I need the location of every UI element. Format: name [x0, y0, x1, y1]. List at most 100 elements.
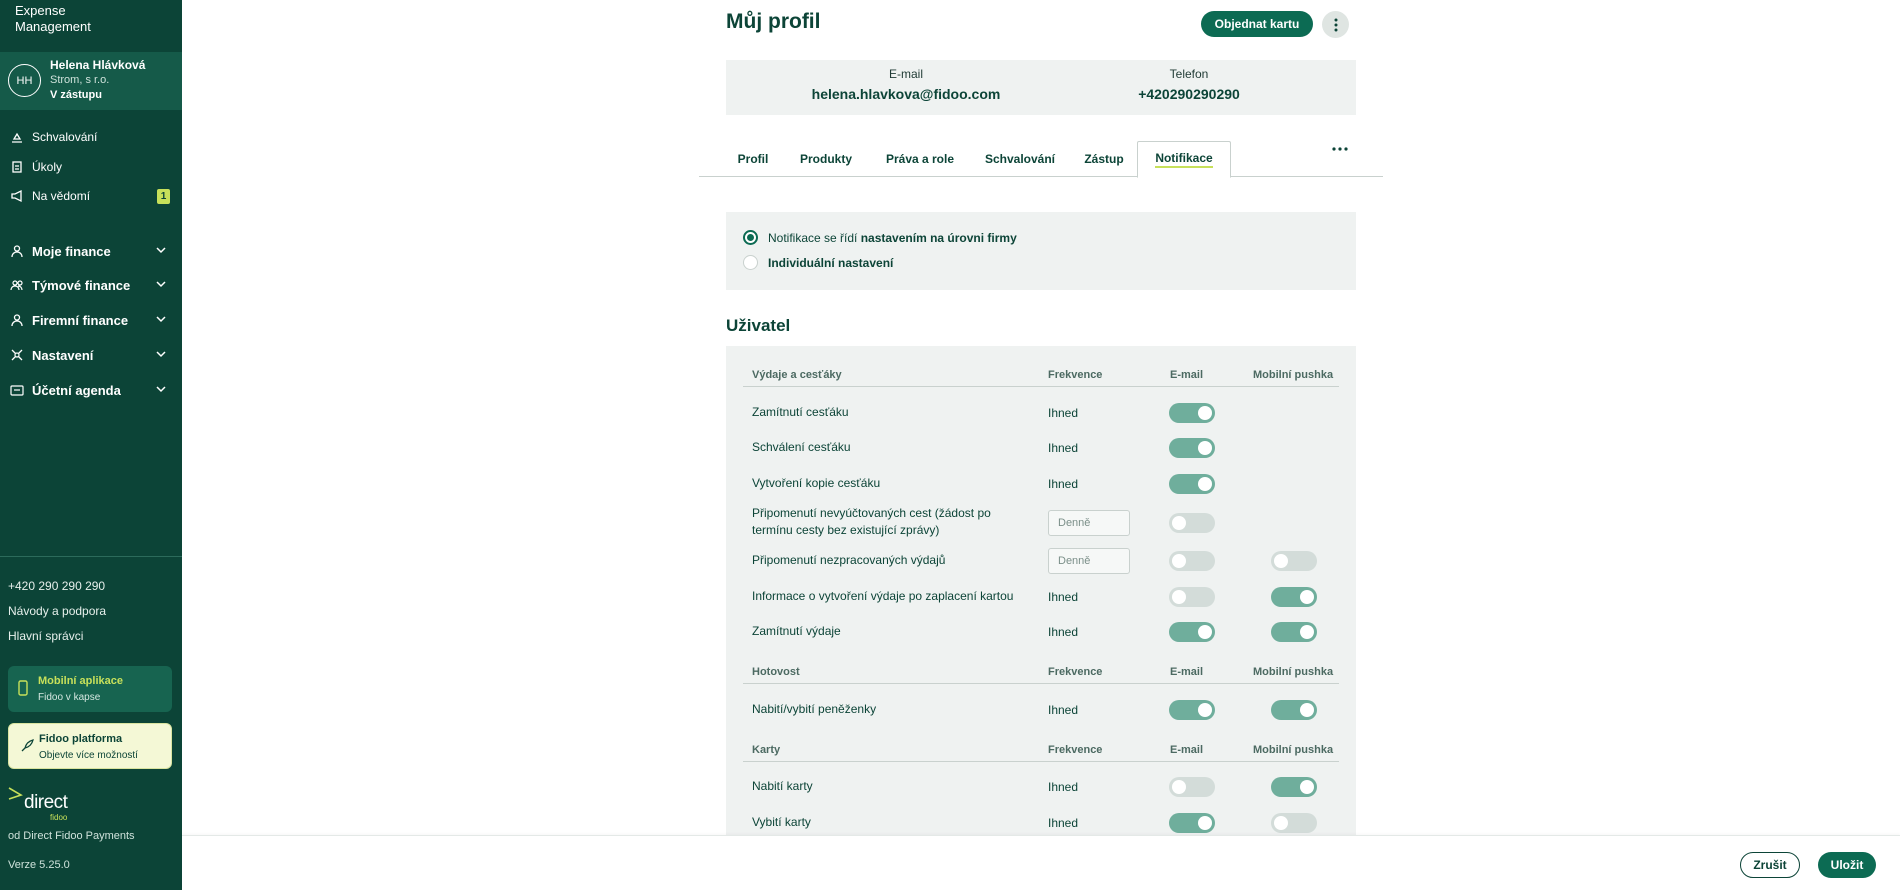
more-options-button[interactable] [1322, 11, 1349, 38]
sidebar-group-label: Týmové finance [32, 277, 131, 293]
brand-line-1: Expense [15, 3, 66, 18]
sidebar-group-settings[interactable]: Nastavení [0, 343, 182, 367]
email-toggle[interactable] [1169, 473, 1215, 494]
tab-rights-roles[interactable]: Práva a role [872, 141, 968, 177]
cancel-button[interactable]: Zrušit [1740, 852, 1800, 878]
sidebar-group-label: Nastavení [32, 347, 94, 363]
email-toggle[interactable] [1169, 586, 1215, 607]
promo-subtitle: Objevte více možností [39, 750, 138, 761]
support-phone[interactable]: +420 290 290 290 [8, 579, 105, 593]
user-card[interactable]: HH Helena Hlávková Strom, s r.o. V zástu… [0, 52, 182, 110]
person-icon [11, 245, 23, 258]
tabs-overflow-icon[interactable] [1332, 146, 1348, 152]
chevron-down-icon [156, 281, 166, 288]
sidebar-group-team-finance[interactable]: Týmové finance [0, 273, 182, 297]
push-toggle[interactable] [1271, 622, 1317, 643]
tab-approvals[interactable]: Schvalování [974, 141, 1066, 177]
frequency-value: Ihned [1048, 815, 1079, 830]
notice-count-badge: 1 [157, 189, 170, 204]
version-text: Verze 5.25.0 [8, 859, 70, 871]
radio-label: Individuální nastavení [768, 255, 894, 270]
contact-info: E-mail helena.hlavkova@fidoo.com Telefon… [726, 60, 1356, 115]
tab-profile[interactable]: Profil [726, 141, 780, 177]
email-toggle[interactable] [1169, 512, 1215, 533]
email-toggle[interactable] [1169, 402, 1215, 423]
column-frequency: Frekvence [1048, 666, 1103, 678]
chevron-down-icon [156, 247, 166, 254]
admins-link[interactable]: Hlavní správci [8, 629, 83, 643]
brand-title: Expense Management [15, 3, 91, 35]
provider-text: od Direct Fidoo Payments [8, 830, 135, 842]
group-header: Hotovost Frekvence E-mail Mobilní pushka [743, 660, 1339, 684]
frequency-value: Ihned [1048, 625, 1079, 640]
table-row: Vybití karty Ihned [743, 805, 1339, 835]
page-title: Můj profil [726, 10, 821, 33]
mobile-app-promo[interactable]: Mobilní aplikace Fidoo v kapse [8, 666, 172, 712]
table-row: Nabití/vybití peněženky Ihned [743, 692, 1339, 728]
sidebar-item-tasks[interactable]: Úkoly [0, 155, 182, 179]
chevron-down-icon [156, 316, 166, 323]
column-frequency: Frekvence [1048, 369, 1103, 381]
group-title: Hotovost [752, 666, 800, 678]
logo-subtext: fidoo [50, 813, 68, 822]
sidebar-item-label: Úkoly [32, 160, 63, 174]
sidebar-group-my-finance[interactable]: Moje finance [0, 239, 182, 263]
push-toggle[interactable] [1271, 699, 1317, 720]
platform-promo[interactable]: Fidoo platforma Objevte více možností [8, 723, 172, 769]
promo-title: Fidoo platforma [39, 733, 123, 745]
notification-name: Vybití karty [752, 814, 811, 829]
sidebar-group-label: Moje finance [32, 243, 111, 259]
email-block: E-mail helena.hlavkova@fidoo.com [756, 67, 1056, 102]
settings-icon [11, 349, 23, 361]
notification-name: Připomenutí nevyúčtovaných cest (žádost … [752, 505, 991, 539]
megaphone-icon [11, 189, 22, 203]
column-frequency: Frekvence [1048, 743, 1103, 756]
radio-unselected[interactable] [743, 255, 758, 270]
sidebar-item-notices[interactable]: Na vědomí 1 [0, 184, 182, 208]
email-toggle[interactable] [1169, 438, 1215, 459]
logo-mark-icon [8, 787, 23, 800]
email-toggle[interactable] [1169, 622, 1215, 643]
radio-selected[interactable] [743, 230, 758, 245]
promo-subtitle: Fidoo v kapse [38, 692, 101, 703]
help-link[interactable]: Návody a podpora [8, 604, 106, 618]
email-toggle[interactable] [1169, 699, 1215, 720]
notification-name: Zamítnutí výdaje [752, 624, 841, 639]
notification-mode-panel: Notifikace se řídí nastavením na úrovni … [726, 212, 1356, 290]
order-card-button[interactable]: Objednat kartu [1201, 11, 1313, 37]
notification-settings-table: Výdaje a cesťáky Frekvence E-mail Mobilní p… [726, 346, 1356, 835]
brand-line-2: Management [15, 19, 91, 34]
radio-label: Notifikace se řídí nastavením na úrovni … [768, 231, 1017, 245]
email-toggle[interactable] [1169, 812, 1215, 833]
tab-delegation[interactable]: Zástup [1072, 141, 1136, 177]
main-content: Můj profil Objednat kartu E-mail helena.… [182, 0, 1900, 835]
sidebar-group-accounting[interactable]: Účetní agenda [0, 378, 182, 402]
frequency-value: Ihned [1048, 441, 1079, 456]
column-push: Mobilní pushka [1253, 369, 1334, 381]
avatar: HH [8, 64, 41, 97]
push-toggle[interactable] [1271, 551, 1317, 572]
push-toggle[interactable] [1271, 586, 1317, 607]
notification-name: Nabití karty [752, 779, 813, 794]
phone-label: Telefon [1169, 67, 1209, 81]
tab-products[interactable]: Produkty [786, 141, 866, 177]
sidebar-item-approvals[interactable]: Schvalování [0, 125, 182, 149]
save-button[interactable]: Uložit [1818, 852, 1876, 878]
notification-name: Vytvoření kopie cesťáku [752, 475, 881, 490]
email-toggle[interactable] [1169, 777, 1215, 798]
push-toggle[interactable] [1271, 777, 1317, 798]
column-email: E-mail [1170, 743, 1204, 756]
radio-company-settings[interactable]: Notifikace se řídí nastavením na úrovni … [743, 230, 1017, 245]
push-toggle[interactable] [1271, 812, 1317, 833]
frequency-select[interactable]: Denně [1048, 509, 1130, 536]
radio-individual-settings[interactable]: Individuální nastavení [743, 255, 893, 270]
sidebar-group-company-finance[interactable]: Firemní finance [0, 308, 182, 332]
column-email: E-mail [1170, 666, 1204, 678]
frequency-value: Ihned [1048, 702, 1079, 717]
accounting-icon [10, 385, 24, 396]
sidebar: Expense Management HH Helena Hlávková St… [0, 0, 182, 890]
tab-notifications[interactable]: Notifikace [1137, 141, 1231, 178]
frequency-select[interactable]: Denně [1048, 548, 1130, 575]
email-toggle[interactable] [1169, 551, 1215, 572]
user-company: Strom, s r.o. [50, 74, 110, 86]
